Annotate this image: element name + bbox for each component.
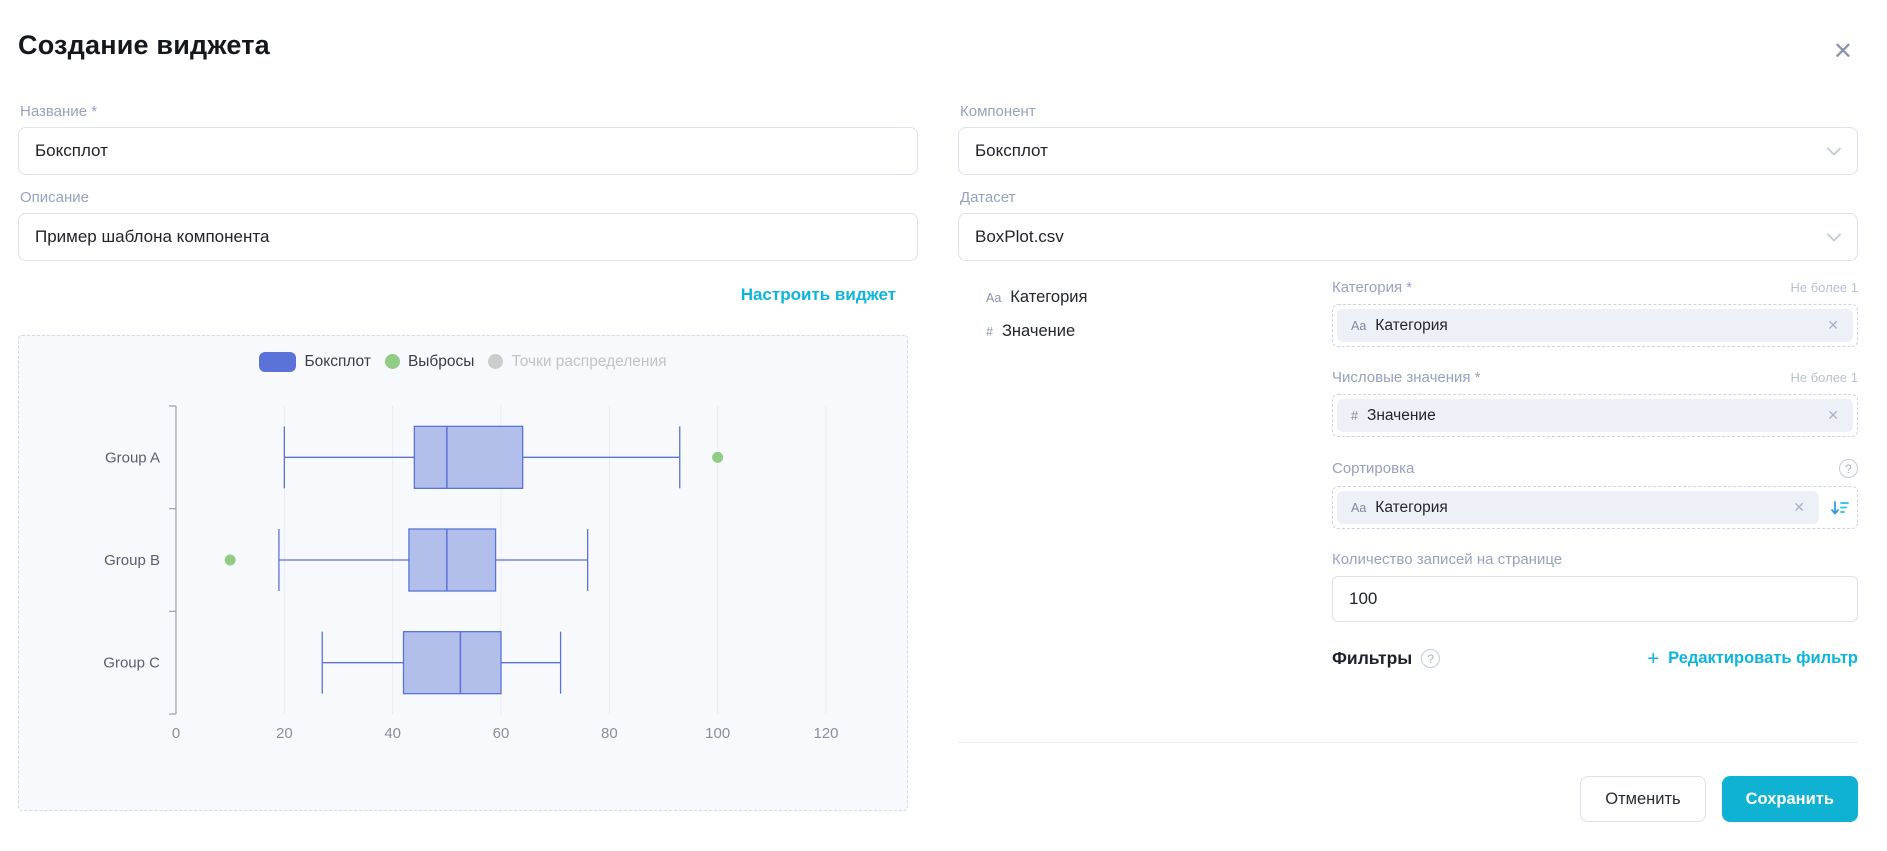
values-dropzone[interactable]: # Значение ✕ bbox=[1332, 394, 1858, 437]
svg-text:Group B: Group B bbox=[104, 552, 160, 569]
plus-icon: + bbox=[1647, 649, 1659, 669]
save-button[interactable]: Сохранить bbox=[1722, 776, 1858, 822]
remove-chip-icon[interactable]: ✕ bbox=[1827, 407, 1839, 424]
category-chip[interactable]: Aa Категория ✕ bbox=[1337, 309, 1853, 342]
svg-text:Group C: Group C bbox=[103, 655, 160, 672]
values-mapping-label: Числовые значения * bbox=[1332, 369, 1481, 386]
number-type-icon: # bbox=[986, 325, 993, 339]
number-type-icon: # bbox=[1351, 409, 1358, 423]
configure-widget-link[interactable]: Настроить виджет bbox=[741, 285, 896, 305]
values-chip[interactable]: # Значение ✕ bbox=[1337, 399, 1853, 432]
svg-text:20: 20 bbox=[276, 725, 293, 742]
category-limit-hint: Не более 1 bbox=[1790, 280, 1858, 295]
dataset-select[interactable]: BoxPlot.csv bbox=[958, 213, 1858, 261]
sort-direction-icon[interactable] bbox=[1827, 495, 1853, 521]
chart-legend: Боксплот Выбросы Точки распределения bbox=[19, 336, 907, 374]
dataset-label: Датасет bbox=[960, 189, 1858, 206]
text-type-icon: Aa bbox=[1351, 319, 1366, 333]
sorting-dropzone[interactable]: Aa Категория ✕ bbox=[1332, 486, 1858, 529]
category-mapping-label: Категория * bbox=[1332, 279, 1412, 296]
left-column: Название * Описание Настроить виджет Бок… bbox=[18, 90, 918, 811]
cancel-button[interactable]: Отменить bbox=[1580, 776, 1705, 822]
help-icon[interactable]: ? bbox=[1421, 649, 1440, 668]
field-item-category[interactable]: Aa Категория bbox=[986, 288, 1332, 307]
component-select[interactable]: Боксплот bbox=[958, 127, 1858, 175]
boxplot-swatch-icon bbox=[259, 352, 296, 372]
footer-divider bbox=[958, 742, 1858, 743]
description-input[interactable] bbox=[18, 213, 918, 261]
outliers-swatch-icon bbox=[385, 354, 400, 369]
svg-text:40: 40 bbox=[384, 725, 401, 742]
sorting-label: Сортировка bbox=[1332, 460, 1414, 477]
create-widget-dialog: Создание виджета ✕ Название * Описание Н… bbox=[0, 0, 1887, 851]
mapping-panel: Категория * Не более 1 Aa Категория ✕ Чи… bbox=[1332, 261, 1858, 669]
values-limit-hint: Не более 1 bbox=[1790, 370, 1858, 385]
legend-item-distribution-points[interactable]: Точки распределения bbox=[488, 353, 666, 371]
boxplot-svg: 0 20 40 60 80 100 120 Group A Group B Group C bbox=[19, 374, 907, 810]
text-type-icon: Aa bbox=[1351, 501, 1366, 515]
right-column: Компонент Боксплот Датасет BoxPlot.csv A… bbox=[958, 90, 1858, 669]
text-type-icon: Aa bbox=[986, 291, 1001, 305]
component-label: Компонент bbox=[960, 103, 1858, 120]
distribution-points-swatch-icon bbox=[488, 354, 503, 369]
chevron-down-icon bbox=[1827, 227, 1841, 247]
legend-item-boxplot[interactable]: Боксплот bbox=[259, 352, 371, 372]
chart-preview-panel: Боксплот Выбросы Точки распределения 0 20… bbox=[18, 335, 908, 811]
sorting-chip[interactable]: Aa Категория ✕ bbox=[1337, 491, 1819, 524]
legend-item-outliers[interactable]: Выбросы bbox=[385, 353, 475, 371]
chevron-down-icon bbox=[1827, 141, 1841, 161]
svg-text:120: 120 bbox=[813, 725, 838, 742]
name-input[interactable] bbox=[18, 127, 918, 175]
description-label: Описание bbox=[20, 189, 918, 206]
edit-filter-button[interactable]: + Редактировать фильтр bbox=[1647, 649, 1858, 669]
dialog-title: Создание виджета bbox=[18, 30, 270, 61]
dataset-fields-list: Aa Категория # Значение bbox=[958, 261, 1332, 669]
category-dropzone[interactable]: Aa Категория ✕ bbox=[1332, 304, 1858, 347]
page-size-input[interactable] bbox=[1332, 576, 1858, 622]
help-icon[interactable]: ? bbox=[1839, 459, 1858, 478]
svg-text:100: 100 bbox=[705, 725, 730, 742]
svg-text:Group A: Group A bbox=[105, 449, 160, 466]
close-icon[interactable]: ✕ bbox=[1833, 40, 1853, 64]
remove-chip-icon[interactable]: ✕ bbox=[1827, 317, 1839, 334]
field-item-value[interactable]: # Значение bbox=[986, 322, 1332, 341]
svg-text:60: 60 bbox=[493, 725, 510, 742]
remove-chip-icon[interactable]: ✕ bbox=[1793, 499, 1805, 516]
footer: Отменить Сохранить bbox=[958, 776, 1858, 822]
page-size-label: Количество записей на странице bbox=[1332, 551, 1562, 568]
name-label: Название * bbox=[20, 103, 918, 120]
filters-title: Фильтры bbox=[1332, 648, 1412, 669]
svg-text:80: 80 bbox=[601, 725, 618, 742]
svg-text:0: 0 bbox=[172, 725, 180, 742]
